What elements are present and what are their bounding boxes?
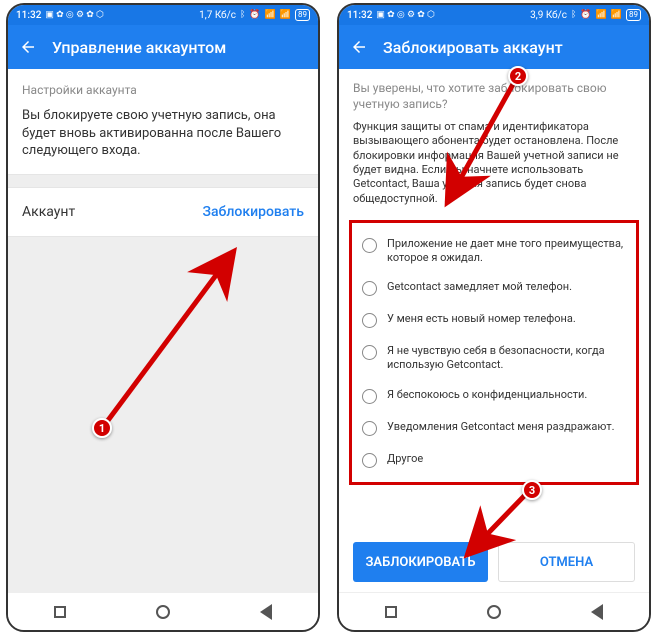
confirm-question: Вы уверены, что хотите заблокировать сво… (339, 69, 649, 120)
app-bar: Управление аккаунтом (8, 25, 318, 69)
alarm-icon: ⏰ (249, 10, 260, 20)
signal-icon: 📶 (265, 10, 276, 20)
nav-bar (339, 592, 649, 630)
content-area: Вы уверены, что хотите заблокировать сво… (339, 69, 649, 592)
page-title: Управление аккаунтом (52, 38, 226, 57)
status-icons: ▣ ✿ ◎ ⚙ ✿ ⬡ (45, 10, 104, 20)
battery-badge: 89 (626, 9, 641, 21)
reason-option[interactable]: Другое (356, 444, 632, 476)
reason-option[interactable]: Уведомления Getcontact меня раздражают. (356, 412, 632, 444)
app-bar: Заблокировать аккаунт (339, 25, 649, 69)
account-label: Аккаунт (22, 204, 75, 220)
section-label: Настройки аккаунта (8, 69, 318, 107)
nav-home[interactable] (482, 600, 506, 624)
cancel-button[interactable]: ОТМЕНА (498, 542, 635, 582)
nav-recent[interactable] (379, 600, 403, 624)
reason-option[interactable]: У меня есть новый номер телефона. (356, 304, 632, 336)
radio-icon (362, 281, 377, 296)
radio-icon (362, 389, 377, 404)
step-marker-3: 3 (522, 480, 542, 500)
block-link[interactable]: Заблокировать (203, 204, 305, 220)
section-text: Вы блокируете свою учетную запись, она б… (8, 107, 318, 175)
battery-badge: 89 (295, 9, 310, 21)
status-bar: 11:32 ▣ ✿ ◎ ⚙ ✿ ⬡ 3,9 Кб/с ᛒ ⏰ 📶 📶 89 (339, 5, 649, 25)
button-row: ЗАБЛОКИРОВАТЬ ОТМЕНА (339, 542, 649, 582)
nav-bar (8, 592, 318, 630)
radio-icon (362, 313, 377, 328)
status-time: 11:32 (16, 10, 41, 21)
back-button[interactable] (18, 37, 38, 57)
reason-option[interactable]: Приложение не дает мне того преимущества… (356, 229, 632, 273)
reasons-box: Приложение не дает мне того преимущества… (349, 220, 639, 485)
status-bar: 11:32 ▣ ✿ ◎ ⚙ ✿ ⬡ 1,7 Кб/с ᛒ ⏰ 📶 📶 89 (8, 5, 318, 25)
alarm-icon: ⏰ (580, 10, 591, 20)
nav-home[interactable] (151, 600, 175, 624)
reason-option[interactable]: Я беспокоюсь о конфиденциальности. (356, 380, 632, 412)
phone-screen-left: 11:32 ▣ ✿ ◎ ⚙ ✿ ⬡ 1,7 Кб/с ᛒ ⏰ 📶 📶 89 Уп… (6, 3, 320, 632)
reason-option[interactable]: Getcontact замедляет мой телефон. (356, 272, 632, 304)
wifi-icon: 📶 (611, 10, 622, 20)
signal-icon: 📶 (596, 10, 607, 20)
phone-screen-right: 11:32 ▣ ✿ ◎ ⚙ ✿ ⬡ 3,9 Кб/с ᛒ ⏰ 📶 📶 89 За… (337, 3, 651, 632)
radio-icon (362, 238, 377, 253)
nav-back[interactable] (254, 600, 278, 624)
wifi-icon: 📶 (280, 10, 291, 20)
bt-icon: ᛒ (240, 10, 245, 20)
nav-back[interactable] (585, 600, 609, 624)
step-marker-2: 2 (508, 66, 528, 86)
step-marker-1: 1 (92, 418, 112, 438)
radio-icon (362, 421, 377, 436)
block-button[interactable]: ЗАБЛОКИРОВАТЬ (353, 542, 488, 582)
bt-icon: ᛒ (571, 10, 576, 20)
radio-icon (362, 345, 377, 360)
data-rate: 3,9 Кб/с (530, 10, 567, 21)
status-icons: ▣ ✿ ◎ ⚙ ✿ ⬡ (376, 10, 435, 20)
nav-recent[interactable] (48, 600, 72, 624)
page-title: Заблокировать аккаунт (383, 38, 563, 57)
status-time: 11:32 (347, 10, 372, 21)
confirm-text: Функция защиты от спама и идентификатора… (339, 120, 649, 216)
data-rate: 1,7 Кб/с (199, 10, 236, 21)
radio-icon (362, 453, 377, 468)
reason-option[interactable]: Я не чувствую себя в безопасности, когда… (356, 336, 632, 380)
content-area: Настройки аккаунта Вы блокируете свою уч… (8, 69, 318, 592)
back-button[interactable] (349, 37, 369, 57)
account-row: Аккаунт Заблокировать (8, 187, 318, 237)
